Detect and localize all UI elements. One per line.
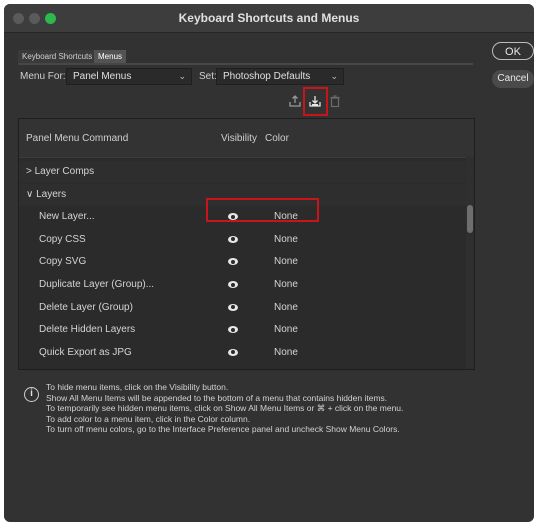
title-bar: Keyboard Shortcuts and Menus: [4, 4, 534, 33]
help-line: To temporarily see hidden menu items, cl…: [46, 403, 404, 414]
cancel-button[interactable]: Cancel: [492, 70, 534, 88]
menu-command-table: Panel Menu Command Visibility Color > La…: [18, 118, 475, 370]
color-value[interactable]: None: [274, 234, 298, 245]
color-value[interactable]: None: [274, 324, 298, 335]
menu-for-select[interactable]: Panel Menus ⌄: [66, 68, 192, 85]
eye-icon: [228, 303, 238, 311]
eye-icon: [228, 326, 238, 334]
command-label: > Layer Comps: [26, 166, 95, 177]
visibility-eye-icon[interactable]: [226, 255, 240, 269]
visibility-eye-icon[interactable]: [226, 368, 240, 369]
menu-for-value: Panel Menus: [73, 71, 132, 82]
visibility-eye-icon[interactable]: [226, 323, 240, 337]
command-label: Delete Layer (Group): [39, 301, 133, 313]
dialog-window: Keyboard Shortcuts and Menus Keyboard Sh…: [4, 4, 534, 522]
delete-set-icon[interactable]: [328, 94, 342, 108]
group-row[interactable]: > Layer Comps: [19, 161, 466, 183]
help-line: To turn off menu colors, go to the Inter…: [46, 424, 400, 435]
color-value[interactable]: None: [274, 369, 298, 370]
visibility-eye-icon[interactable]: [226, 233, 240, 247]
command-label: Export As...: [39, 369, 90, 370]
save-set-as-highlight: [303, 87, 328, 116]
chevron-down-icon: ⌄: [178, 71, 186, 81]
set-select[interactable]: Photoshop Defaults ⌄: [216, 68, 344, 85]
table-header: Panel Menu Command Visibility Color: [19, 119, 474, 158]
help-line: To add color to a menu item, click in th…: [46, 413, 251, 424]
eye-icon: [228, 235, 238, 243]
table-row[interactable]: Copy CSS None: [19, 229, 466, 251]
vertical-scrollbar[interactable]: [466, 157, 474, 369]
tab-menus[interactable]: Menus: [94, 50, 127, 63]
visibility-eye-icon[interactable]: [226, 301, 240, 315]
command-label: Copy CSS: [39, 233, 86, 245]
eye-icon: [228, 281, 238, 288]
table-row[interactable]: Delete Layer (Group) None: [19, 297, 466, 319]
set-label: Set:: [199, 71, 217, 82]
eye-icon: [228, 348, 238, 356]
command-label: ∨ Layers: [26, 188, 67, 200]
new-layer-highlight: [206, 198, 319, 222]
save-set-icon[interactable]: [288, 94, 302, 108]
visibility-eye-icon[interactable]: [226, 278, 240, 292]
header-color: Color: [265, 133, 289, 144]
header-visibility: Visibility: [221, 133, 257, 144]
help-line: Show All Menu Items will be appended to …: [46, 392, 388, 403]
table-row[interactable]: Export As... None: [19, 364, 466, 370]
color-value[interactable]: None: [274, 347, 298, 358]
color-value[interactable]: None: [274, 256, 298, 267]
eye-icon: [228, 258, 238, 266]
tab-divider: [18, 63, 473, 65]
help-line: To hide menu items, click on the Visibil…: [46, 382, 229, 392]
window-title: Keyboard Shortcuts and Menus: [178, 11, 360, 25]
table-row[interactable]: Delete Hidden Layers None: [19, 319, 466, 341]
header-command: Panel Menu Command: [26, 133, 129, 144]
set-value: Photoshop Defaults: [223, 71, 311, 82]
scrollbar-thumb[interactable]: [467, 205, 473, 233]
visibility-eye-icon[interactable]: [226, 346, 240, 360]
command-label: Quick Export as JPG: [39, 346, 132, 358]
command-label: Delete Hidden Layers: [39, 324, 136, 336]
menu-for-label: Menu For:: [20, 71, 66, 82]
table-row[interactable]: Duplicate Layer (Group)... None: [19, 274, 466, 296]
help-text: To hide menu items, click on the Visibil…: [46, 382, 403, 435]
color-value[interactable]: None: [274, 279, 298, 290]
tab-keyboard-shortcuts[interactable]: Keyboard Shortcuts: [18, 50, 96, 63]
table-row[interactable]: Copy SVG None: [19, 251, 466, 273]
chevron-down-icon: ⌄: [330, 71, 338, 81]
ok-button[interactable]: OK: [492, 42, 534, 60]
command-label: Copy SVG: [39, 256, 87, 268]
color-value[interactable]: None: [274, 302, 298, 313]
table-row[interactable]: Quick Export as JPG None: [19, 342, 466, 364]
command-label: Duplicate Layer (Group)...: [39, 279, 155, 290]
command-label: New Layer...: [39, 211, 95, 223]
info-icon: i: [24, 387, 39, 402]
